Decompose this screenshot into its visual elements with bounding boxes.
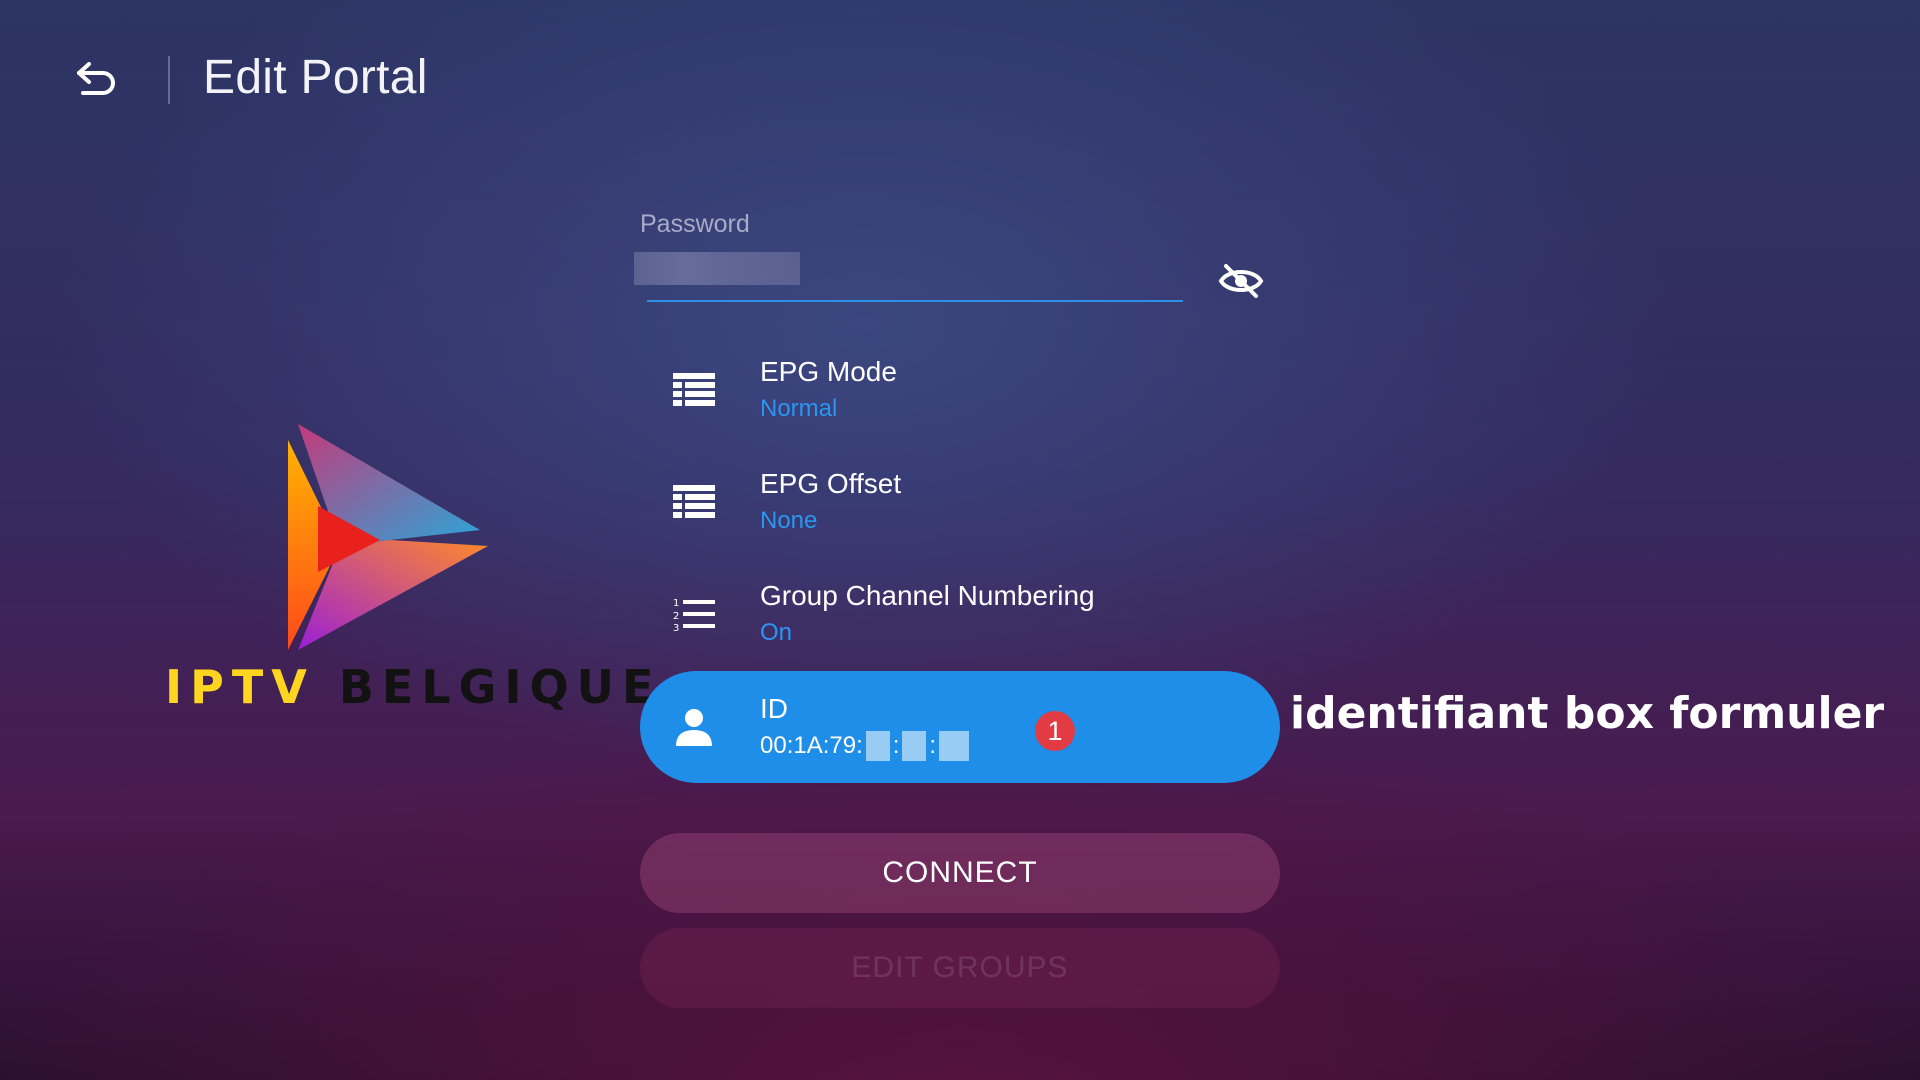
step-badge: 1 (1035, 711, 1075, 751)
setting-value: On (760, 619, 793, 646)
logo-text-iptv: IPTV (165, 660, 315, 714)
logo-text: IPTV BELGIQUE (165, 660, 661, 714)
setting-group-channel-numbering[interactable]: 1 2 3 Group Channel Numbering On (640, 564, 1280, 664)
setting-title: Group Channel Numbering (760, 580, 1095, 611)
id-separator: : (892, 732, 900, 759)
back-button[interactable] (62, 52, 132, 108)
annotation-label: identifiant box formuler (1290, 688, 1885, 739)
logo-text-belgique: BELGIQUE (338, 660, 662, 714)
setting-epg-mode[interactable]: EPG Mode Normal (640, 340, 1280, 440)
person-icon (676, 709, 712, 746)
connect-button[interactable]: CONNECT (640, 833, 1280, 913)
password-label: Password (640, 210, 750, 238)
page-title: Edit Portal (203, 51, 428, 104)
svg-text:1: 1 (673, 598, 679, 609)
setting-value: None (760, 507, 818, 534)
id-separator: : (929, 732, 937, 759)
setting-epg-offset[interactable]: EPG Offset None (640, 452, 1280, 552)
eye-off-icon (1218, 264, 1264, 298)
setting-value: 00:1A:79: : : (760, 728, 972, 764)
setting-title: EPG Offset (760, 468, 902, 499)
password-underline (647, 300, 1183, 302)
back-arrow-icon (77, 62, 115, 95)
svg-text:3: 3 (673, 623, 679, 632)
redacted-block (939, 731, 970, 761)
svg-text:2: 2 (673, 611, 679, 622)
setting-title: ID (760, 693, 788, 724)
header-divider (168, 56, 170, 104)
redacted-block (902, 731, 927, 761)
setting-value: Normal (760, 395, 838, 422)
list-grid-icon (673, 485, 715, 518)
setting-id[interactable]: ID 00:1A:79: : : (640, 671, 1280, 783)
numbered-list-icon: 1 2 3 (673, 598, 715, 632)
id-prefix: 00:1A:79: (760, 732, 863, 759)
setting-title: EPG Mode (760, 356, 897, 387)
redacted-block (865, 731, 890, 761)
list-grid-icon (673, 373, 715, 406)
iptv-belgique-logo (288, 424, 488, 650)
password-input[interactable] (634, 252, 800, 285)
edit-groups-button[interactable]: EDIT GROUPS (640, 928, 1280, 1008)
toggle-password-visibility-button[interactable] (1214, 258, 1268, 304)
